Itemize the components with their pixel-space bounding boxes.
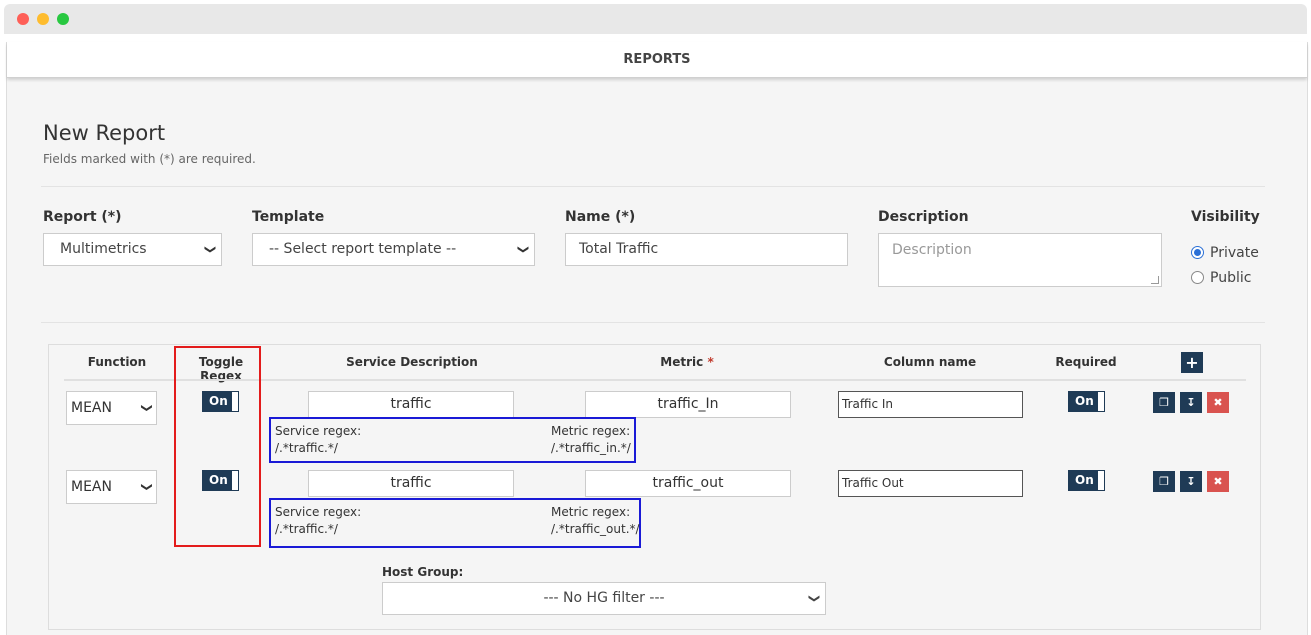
template-select-value: -- Select report template --	[269, 241, 457, 257]
visibility-label: Visibility	[1191, 209, 1260, 225]
chevron-down-icon: ❯	[140, 482, 154, 492]
visibility-public-option[interactable]: Public	[1191, 270, 1251, 286]
service-input-value: traffic	[390, 475, 432, 491]
delete-row-button[interactable]: ✖	[1207, 392, 1229, 413]
function-select-value: MEAN	[71, 400, 112, 416]
metric-regex-label: Metric regex:	[551, 424, 631, 438]
plus-icon: +	[1185, 353, 1199, 372]
report-select[interactable]: Multimetrics ❯	[43, 233, 222, 266]
column-header-service: Service Description	[346, 355, 478, 369]
minimize-window-button[interactable]	[37, 13, 49, 25]
column-header-required: Required	[1055, 355, 1117, 369]
name-label: Name (*)	[565, 209, 636, 225]
metric-regex-label: Metric regex:	[551, 505, 631, 519]
description-placeholder: Description	[892, 242, 972, 258]
description-textarea[interactable]: Description	[878, 233, 1162, 287]
metric-input[interactable]: traffic_In	[585, 391, 791, 418]
service-regex-value: /.*traffic.*/	[275, 522, 338, 536]
divider	[41, 186, 1265, 187]
resize-grip-icon[interactable]	[1151, 276, 1159, 284]
name-input-value: Total Traffic	[579, 241, 659, 257]
service-regex-label: Service regex:	[275, 505, 362, 519]
service-input[interactable]: traffic	[308, 470, 514, 497]
required-switch-label: On	[1075, 394, 1094, 408]
report-select-value: Multimetrics	[60, 241, 147, 257]
close-window-button[interactable]	[17, 13, 29, 25]
function-select-value: MEAN	[71, 479, 112, 495]
column-name-value: Traffic In	[842, 397, 894, 411]
radio-checked-icon[interactable]	[1191, 246, 1204, 259]
move-down-icon: ↧	[1186, 396, 1196, 409]
metric-regex-value: /.*traffic_in.*/	[551, 441, 631, 455]
form-subtitle: Fields marked with (*) are required.	[43, 152, 256, 166]
metric-regex-value: /.*traffic_out.*/	[551, 522, 640, 536]
add-row-button[interactable]: +	[1181, 352, 1203, 373]
service-input-value: traffic	[390, 396, 432, 412]
regex-preview: Service regex: /.*traffic.*/ Metric rege…	[269, 498, 641, 548]
copy-icon: ❐	[1159, 475, 1169, 488]
copy-icon: ❐	[1159, 396, 1169, 409]
name-input[interactable]: Total Traffic	[565, 233, 848, 266]
column-name-input[interactable]: Traffic In	[838, 391, 1023, 418]
visibility-public-label: Public	[1210, 270, 1252, 286]
column-header-metric-label: Metric	[660, 355, 704, 369]
metric-input-value: traffic_In	[657, 396, 719, 412]
toggle-knob	[1098, 392, 1104, 411]
toggle-knob	[1098, 471, 1104, 490]
required-switch[interactable]: On	[1068, 391, 1105, 412]
service-regex-value: /.*traffic.*/	[275, 441, 338, 455]
metric-input-value: traffic_out	[652, 475, 724, 491]
column-header-column-name: Column name	[883, 355, 977, 369]
service-regex-label: Service regex:	[275, 424, 362, 438]
chevron-down-icon: ❯	[516, 244, 530, 255]
chevron-down-icon: ❯	[203, 244, 217, 255]
chevron-down-icon: ❯	[807, 593, 821, 604]
copy-row-button[interactable]: ❐	[1153, 392, 1175, 413]
delete-row-button[interactable]: ✖	[1207, 471, 1229, 492]
function-select[interactable]: MEAN ❯	[66, 391, 157, 425]
report-label: Report (*)	[43, 209, 122, 225]
chevron-down-icon: ❯	[140, 403, 154, 413]
template-select[interactable]: -- Select report template -- ❯	[252, 233, 535, 266]
column-name-input[interactable]: Traffic Out	[838, 470, 1023, 497]
host-group-select-value: --- No HG filter ---	[543, 590, 665, 606]
toggle-regex-highlight	[174, 346, 261, 547]
template-label: Template	[252, 209, 325, 225]
page-header-title: REPORTS	[623, 52, 691, 67]
window-titlebar	[4, 4, 1307, 34]
required-asterisk: *	[707, 355, 714, 369]
service-input[interactable]: traffic	[308, 391, 514, 418]
column-name-value: Traffic Out	[842, 476, 904, 490]
close-icon: ✖	[1213, 475, 1223, 488]
close-icon: ✖	[1213, 396, 1223, 409]
visibility-private-option[interactable]: Private	[1191, 245, 1259, 261]
visibility-private-label: Private	[1210, 245, 1259, 261]
metric-input[interactable]: traffic_out	[585, 470, 791, 497]
description-label: Description	[878, 209, 969, 225]
column-header-metric: Metric *	[617, 355, 757, 369]
move-down-icon: ↧	[1186, 475, 1196, 488]
radio-unchecked-icon[interactable]	[1191, 271, 1204, 284]
page: REPORTS New Report Fields marked with (*…	[6, 42, 1308, 635]
host-group-select[interactable]: --- No HG filter --- ❯	[382, 582, 826, 615]
regex-preview: Service regex: /.*traffic.*/ Metric rege…	[269, 417, 636, 463]
form-heading: New Report	[43, 121, 166, 145]
column-header-function: Function	[87, 355, 147, 369]
divider	[41, 322, 1265, 323]
maximize-window-button[interactable]	[57, 13, 69, 25]
required-switch[interactable]: On	[1068, 470, 1105, 491]
copy-row-button[interactable]: ❐	[1153, 471, 1175, 492]
page-header: REPORTS	[7, 42, 1307, 78]
required-switch-label: On	[1075, 473, 1094, 487]
function-select[interactable]: MEAN ❯	[66, 470, 157, 504]
host-group-label: Host Group:	[382, 565, 464, 579]
move-row-button[interactable]: ↧	[1180, 392, 1202, 413]
move-row-button[interactable]: ↧	[1180, 471, 1202, 492]
